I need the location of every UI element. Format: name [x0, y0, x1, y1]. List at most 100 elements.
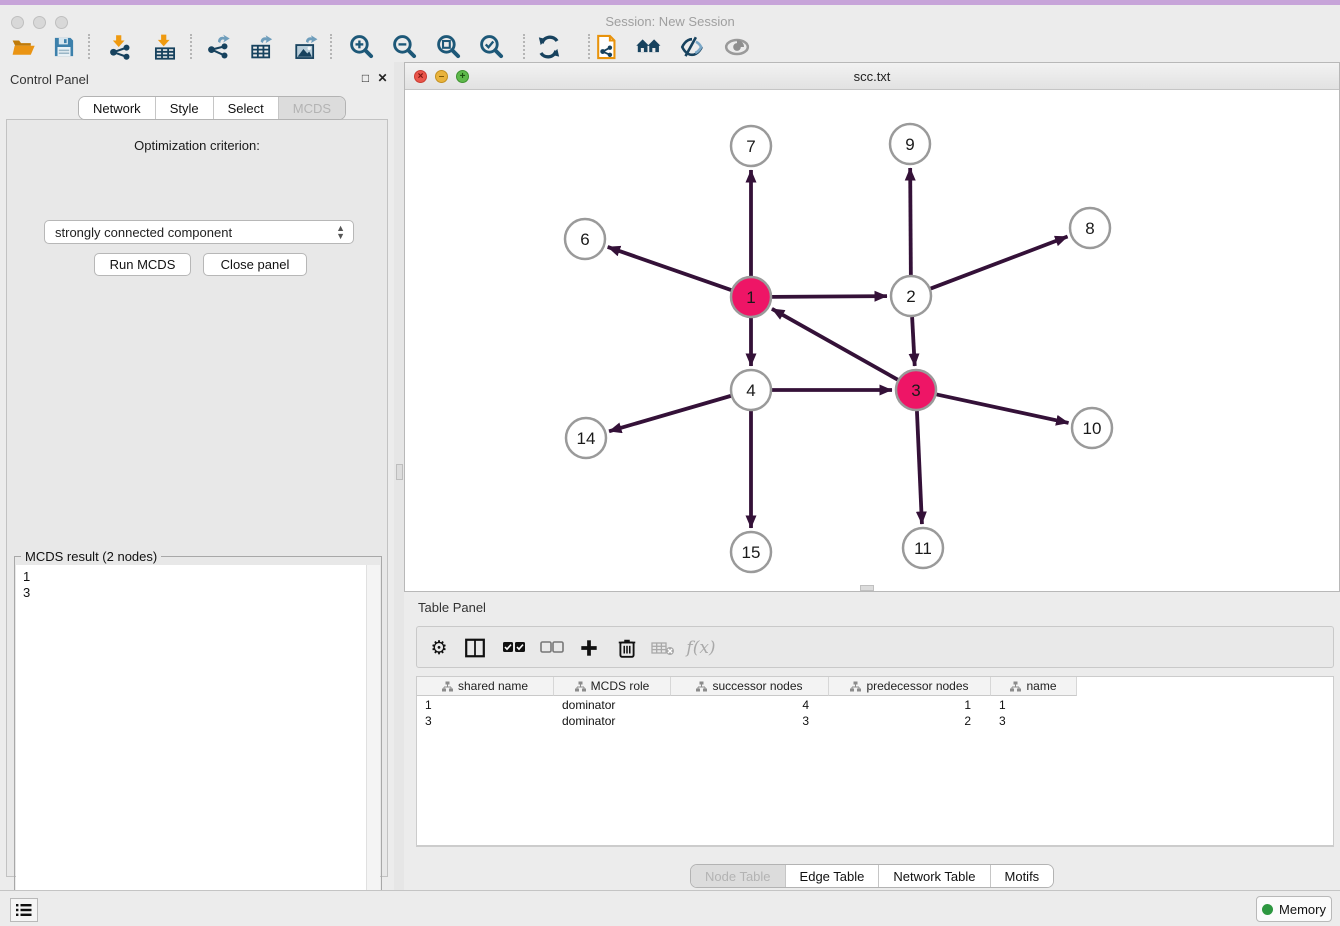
zoom-in-icon[interactable]	[348, 33, 376, 61]
add-column-icon[interactable]	[575, 634, 603, 662]
control-panel: Control Panel □ ✕ NetworkStyleSelectMCDS…	[0, 62, 394, 890]
mcds-result-list[interactable]: 13	[16, 565, 367, 926]
zoom-selected-icon[interactable]	[478, 33, 506, 61]
toolbar-separator	[588, 34, 590, 59]
result-scrollbar[interactable]	[366, 565, 380, 926]
close-panel-icon[interactable]: ✕	[377, 73, 388, 84]
cell-name[interactable]: 1	[991, 697, 1077, 713]
panel-divider-handle[interactable]	[396, 464, 403, 480]
table-tab-edge-table[interactable]: Edge Table	[786, 865, 880, 887]
export-image-icon[interactable]	[292, 33, 320, 61]
cell-successor-nodes[interactable]: 3	[671, 713, 829, 729]
network-view-window: × – + scc.txt 7 9 6 8 1 2 4 3 14 10 15 11	[404, 62, 1340, 592]
table-bottom-border	[416, 845, 1334, 847]
column-header-MCDS-role[interactable]: MCDS role	[554, 677, 671, 696]
column-header-successor-nodes[interactable]: successor nodes	[671, 677, 829, 696]
edge-2-8[interactable]	[931, 237, 1068, 289]
list-icon	[15, 902, 33, 918]
split-view-icon[interactable]	[461, 634, 489, 662]
table-row[interactable]: 3dominator323	[417, 713, 1077, 729]
hide-details-icon[interactable]	[678, 33, 706, 61]
select-all-icon[interactable]	[500, 634, 528, 662]
table-tab-network-table[interactable]: Network Table	[879, 865, 990, 887]
cell-predecessor-nodes[interactable]: 2	[829, 713, 991, 729]
graph-node-1[interactable]: 1	[731, 277, 771, 317]
graph-node-7[interactable]: 7	[731, 126, 771, 166]
graph-node-9[interactable]: 9	[890, 124, 930, 164]
toolbar-separator	[88, 34, 90, 59]
import-network-icon[interactable]	[106, 33, 134, 61]
edge-1-2[interactable]	[772, 296, 887, 297]
open-session-icon[interactable]	[9, 33, 37, 61]
cell-MCDS-role[interactable]: dominator	[554, 697, 671, 713]
table-tab-node-table[interactable]: Node Table	[691, 865, 786, 887]
cell-predecessor-nodes[interactable]: 1	[829, 697, 991, 713]
export-network-icon[interactable]	[204, 33, 232, 61]
edge-4-14[interactable]	[609, 396, 731, 431]
home-icon[interactable]	[635, 33, 663, 61]
network-canvas[interactable]: 7 9 6 8 1 2 4 3 14 10 15 11	[405, 90, 1339, 591]
table-row[interactable]: 1dominator411	[417, 697, 1077, 713]
export-table-icon[interactable]	[248, 33, 276, 61]
graph-node-15[interactable]: 15	[731, 532, 771, 572]
main-toolbar	[0, 30, 1340, 63]
deselect-all-icon[interactable]	[538, 634, 566, 662]
cell-shared-name[interactable]: 1	[417, 697, 554, 713]
apply-layout-icon[interactable]	[535, 33, 563, 61]
horizontal-divider-handle[interactable]	[860, 585, 874, 591]
function-builder-icon[interactable]: f(x)	[687, 634, 715, 662]
edge-2-3[interactable]	[912, 317, 915, 366]
tab-select[interactable]: Select	[214, 97, 279, 119]
float-panel-icon[interactable]: □	[360, 73, 371, 84]
column-flag-icon	[1010, 681, 1021, 692]
edge-3-10[interactable]	[937, 394, 1069, 423]
clone-network-icon[interactable]	[592, 33, 620, 61]
network-window-titlebar[interactable]: × – + scc.txt	[405, 63, 1339, 90]
tab-mcds[interactable]: MCDS	[279, 97, 345, 119]
settings-gear-icon[interactable]: ⚙	[425, 634, 453, 662]
graph-node-11[interactable]: 11	[903, 528, 943, 568]
save-session-icon[interactable]	[50, 33, 78, 61]
run-mcds-button[interactable]: Run MCDS	[94, 253, 191, 276]
node-label: 2	[906, 287, 915, 306]
cell-successor-nodes[interactable]: 4	[671, 697, 829, 713]
node-label: 10	[1083, 419, 1102, 438]
node-label: 11	[914, 539, 932, 558]
show-details-eye-icon[interactable]	[723, 33, 751, 61]
node-label: 8	[1085, 219, 1094, 238]
column-header-name[interactable]: name	[991, 677, 1077, 696]
destroy-table-icon[interactable]	[649, 634, 677, 662]
tab-style[interactable]: Style	[156, 97, 214, 119]
node-label: 7	[746, 137, 755, 156]
graph-node-8[interactable]: 8	[1070, 208, 1110, 248]
criterion-dropdown[interactable]: strongly connected component ▲▼	[44, 220, 354, 244]
delete-column-icon[interactable]	[613, 634, 641, 662]
tab-network[interactable]: Network	[79, 97, 156, 119]
dropdown-arrows-icon: ▲▼	[336, 224, 345, 240]
import-table-icon[interactable]	[151, 33, 179, 61]
zoom-out-icon[interactable]	[391, 33, 419, 61]
toolbar-separator	[190, 34, 192, 59]
edge-3-1[interactable]	[772, 309, 898, 380]
edge-2-9[interactable]	[910, 168, 911, 275]
graph-node-10[interactable]: 10	[1072, 408, 1112, 448]
cell-shared-name[interactable]: 3	[417, 713, 554, 729]
graph-node-2[interactable]: 2	[891, 276, 931, 316]
edge-1-6[interactable]	[608, 247, 732, 290]
column-header-shared-name[interactable]: shared name	[417, 677, 554, 696]
node-label: 1	[746, 288, 755, 307]
graph-node-3[interactable]: 3	[896, 370, 936, 410]
edge-3-11[interactable]	[917, 411, 922, 524]
close-panel-button[interactable]: Close panel	[203, 253, 307, 276]
task-history-button[interactable]	[10, 898, 38, 922]
column-header-predecessor-nodes[interactable]: predecessor nodes	[829, 677, 991, 696]
zoom-fit-icon[interactable]	[435, 33, 463, 61]
table-tab-motifs[interactable]: Motifs	[991, 865, 1054, 887]
cell-name[interactable]: 3	[991, 713, 1077, 729]
graph-node-6[interactable]: 6	[565, 219, 605, 259]
graph-node-4[interactable]: 4	[731, 370, 771, 410]
cell-MCDS-role[interactable]: dominator	[554, 713, 671, 729]
memory-button[interactable]: Memory	[1256, 896, 1332, 922]
table-toolbar: ⚙ f(x)	[416, 626, 1334, 668]
graph-node-14[interactable]: 14	[566, 418, 606, 458]
